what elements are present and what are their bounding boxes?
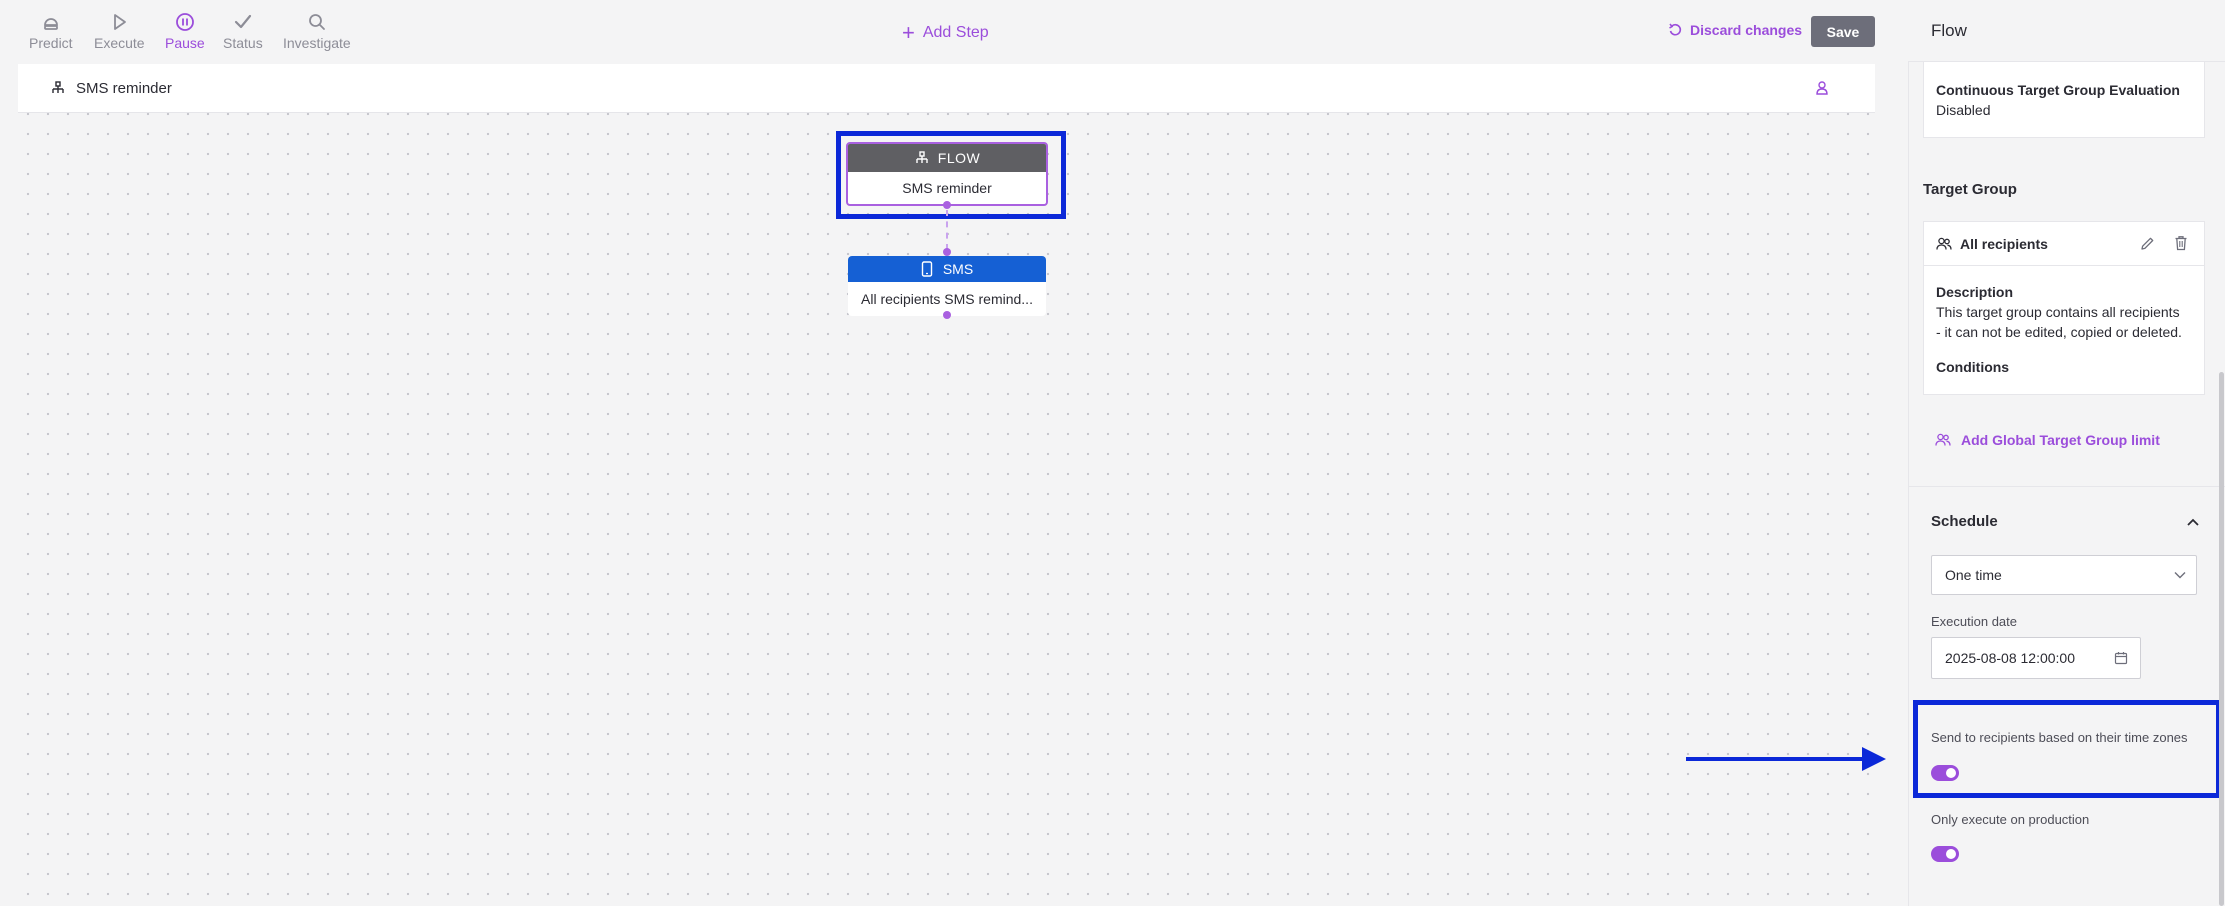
sms-node-header: SMS — [848, 256, 1046, 282]
annotation-highlight-flow-node — [836, 131, 1066, 219]
timezone-toggle-label: Send to recipients based on their time z… — [1931, 730, 2188, 745]
production-toggle[interactable] — [1931, 846, 1959, 862]
pause-button[interactable]: Pause — [165, 12, 205, 51]
panel-divider — [1908, 486, 2225, 487]
annotation-highlight-timezone-toggle — [1913, 700, 2221, 798]
chevron-up-icon[interactable] — [2186, 516, 2200, 528]
target-group-card: All recipients Description This target g… — [1923, 221, 2205, 395]
people-icon — [1936, 237, 1952, 250]
conditions-label: Conditions — [1936, 359, 2010, 375]
schedule-frequency-select[interactable]: One time — [1931, 555, 2197, 595]
pause-icon — [175, 13, 194, 31]
target-group-heading: Target Group — [1923, 181, 2017, 198]
predict-icon — [43, 18, 58, 30]
calendar-icon[interactable] — [2114, 651, 2128, 665]
top-toolbar: Predict Execute Pause Status Investigate… — [0, 0, 1908, 64]
people-icon — [1935, 433, 1951, 446]
pencil-icon[interactable] — [2140, 236, 2155, 251]
continuous-evaluation-label: Continuous Target Group Evaluation — [1936, 82, 2180, 98]
description-line-1: This target group contains all recipient… — [1936, 304, 2180, 320]
search-icon — [308, 14, 325, 30]
user-icon[interactable] — [1814, 80, 1830, 96]
schedule-frequency-value: One time — [1945, 567, 2002, 583]
continuous-evaluation-card: Continuous Target Group Evaluation Disab… — [1923, 62, 2205, 138]
annotation-arrow-head — [1862, 747, 1886, 771]
flow-icon — [52, 81, 64, 93]
execution-date-label: Execution date — [1931, 614, 2018, 629]
predict-button[interactable]: Predict — [29, 12, 73, 51]
panel-scrollbar[interactable] — [2219, 372, 2224, 906]
description-line-2: - it can not be edited, copied or delete… — [1936, 324, 2182, 340]
status-label: Status — [223, 35, 263, 51]
investigate-button[interactable]: Investigate — [283, 12, 351, 51]
add-global-target-group-limit-button[interactable]: Add Global Target Group limit — [1935, 432, 2160, 448]
add-global-target-group-limit-label: Add Global Target Group limit — [1961, 432, 2160, 448]
target-group-name: All recipients — [1960, 235, 2048, 252]
continuous-evaluation-value: Disabled — [1936, 102, 1991, 118]
discard-changes-label: Discard changes — [1690, 22, 1803, 38]
annotation-arrow-shaft — [1686, 757, 1866, 761]
trash-icon[interactable] — [2174, 235, 2188, 251]
discard-changes-button[interactable]: Discard changes — [1668, 22, 1802, 38]
investigate-label: Investigate — [283, 35, 351, 51]
connector-line — [946, 210, 948, 250]
sms-node-type: SMS — [942, 261, 974, 277]
check-icon — [234, 14, 251, 29]
mobile-phone-icon — [921, 261, 933, 277]
add-step-button[interactable]: + Add Step — [902, 20, 989, 45]
description-label: Description — [1936, 284, 2014, 300]
execution-date-value: 2025-08-08 12:00:00 — [1945, 650, 2075, 666]
chevron-down-icon — [2174, 572, 2186, 579]
panel-header: Flow — [1908, 0, 2225, 62]
panel-title: Flow — [1931, 21, 1967, 40]
execution-date-input[interactable]: 2025-08-08 12:00:00 — [1931, 637, 2141, 679]
breadcrumb: SMS reminder — [18, 64, 1875, 113]
execute-label: Execute — [94, 35, 145, 51]
breadcrumb-label: SMS reminder — [76, 79, 172, 97]
status-button[interactable]: Status — [223, 12, 263, 51]
schedule-title: Schedule — [1931, 513, 1998, 530]
play-icon — [114, 14, 127, 30]
production-toggle-label: Only execute on production — [1931, 812, 2090, 827]
add-step-label: Add Step — [922, 24, 989, 41]
plus-icon: + — [902, 20, 915, 45]
timezone-toggle[interactable] — [1931, 765, 1959, 781]
flow-node-output-handle[interactable] — [943, 201, 951, 209]
sms-node-input-handle[interactable] — [943, 248, 951, 256]
sms-node[interactable]: SMS All recipients SMS remind... — [848, 256, 1046, 316]
target-group-row: All recipients — [1924, 222, 2204, 266]
predict-label: Predict — [29, 35, 73, 51]
undo-icon — [1669, 23, 1682, 36]
sms-node-output-handle[interactable] — [943, 311, 951, 319]
save-button[interactable]: Save — [1811, 16, 1875, 47]
pause-label: Pause — [165, 35, 205, 51]
execute-button[interactable]: Execute — [94, 12, 145, 51]
